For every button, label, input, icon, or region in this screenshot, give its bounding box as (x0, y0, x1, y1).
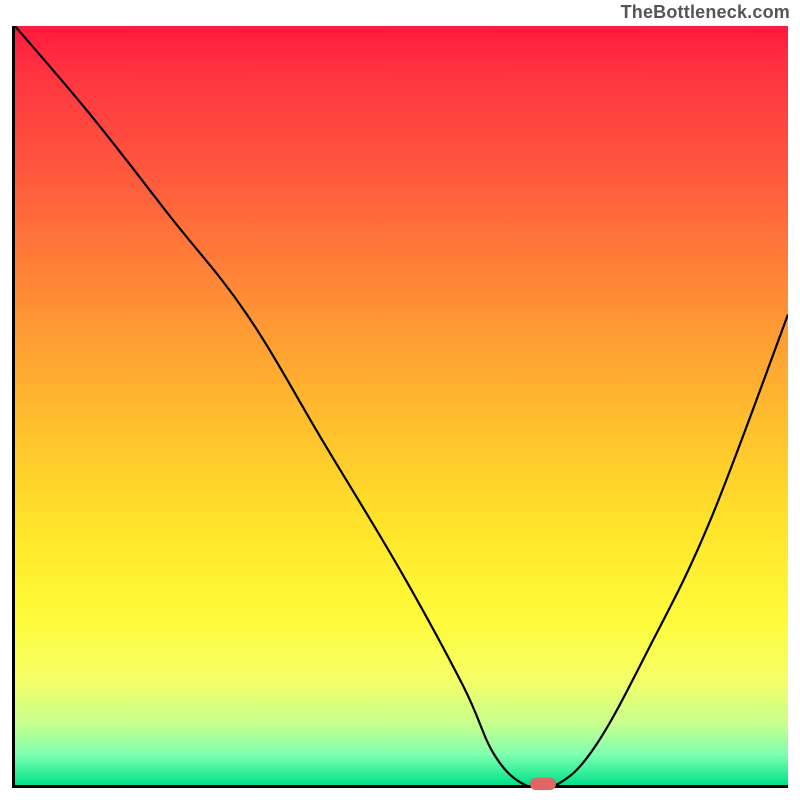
gradient-background (15, 26, 788, 785)
plot-area (12, 26, 788, 788)
watermark-text: TheBottleneck.com (621, 3, 790, 21)
bottleneck-chart: TheBottleneck.com (0, 0, 800, 800)
optimal-marker (530, 778, 556, 790)
